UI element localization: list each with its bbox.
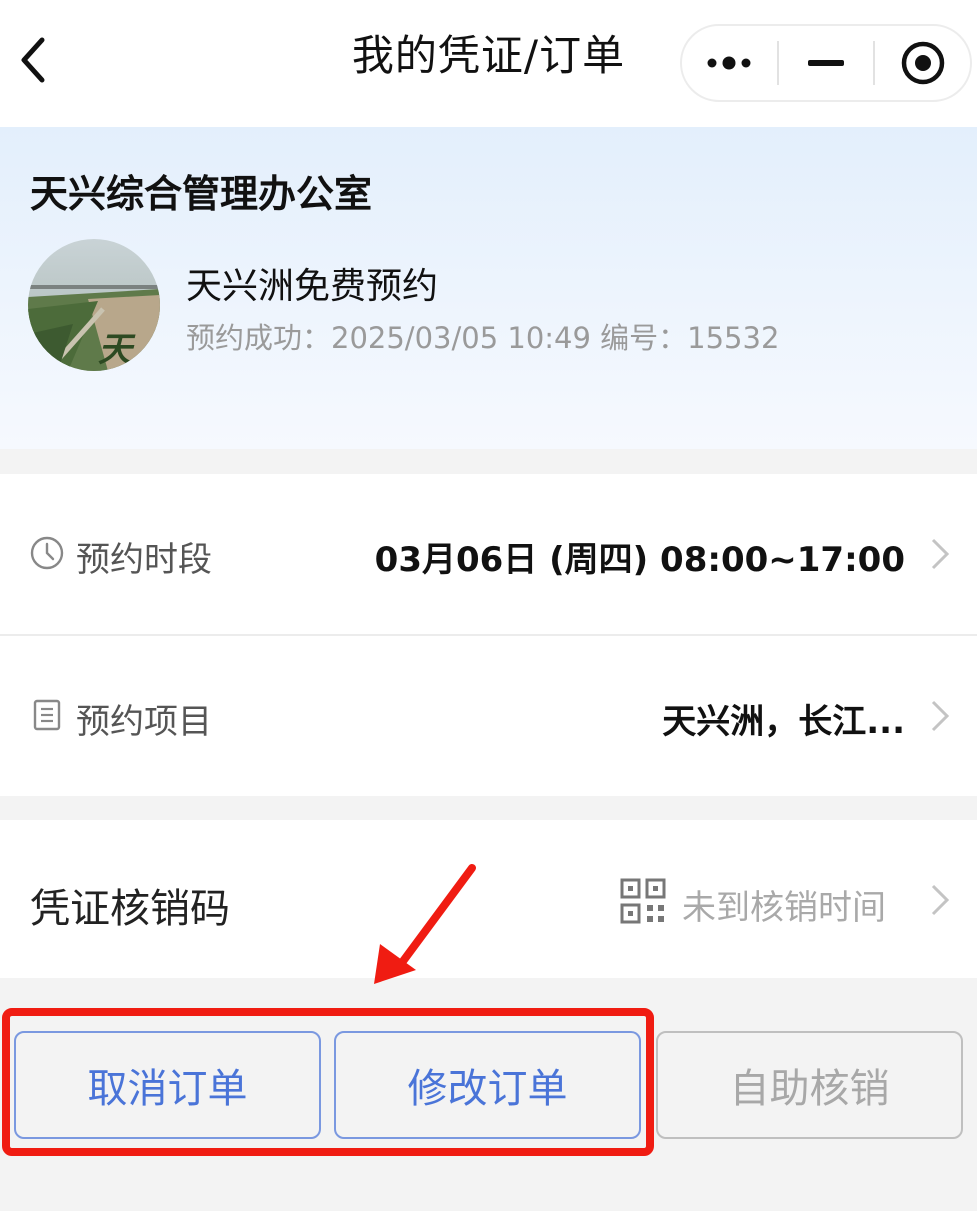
voucher-code-title: 凭证核销码: [30, 886, 230, 932]
svg-text:天: 天: [98, 330, 136, 370]
landscape-thumbnail: 天: [28, 239, 160, 371]
mini-program-capsule: [680, 24, 972, 102]
close-button[interactable]: [875, 26, 970, 100]
chevron-right-icon: [931, 538, 950, 570]
more-button[interactable]: [682, 26, 777, 100]
nav-bar: 我的凭证/订单: [0, 0, 977, 127]
order-header-card: 天兴综合管理办公室 天 天兴洲免费预约 预约成功：2025/03/05 10:4…: [0, 127, 977, 449]
annotation-highlight-box: [2, 1008, 654, 1156]
service-avatar: 天: [28, 239, 160, 371]
voucher-code-status: 未到核销时间: [682, 888, 886, 928]
reservation-item-value: 天兴洲，长江...: [662, 702, 905, 742]
chevron-right-icon: [931, 884, 950, 916]
reservation-item-label: 预约项目: [76, 702, 212, 742]
order-meta: 预约成功：2025/03/05 10:49 编号：15532: [186, 321, 780, 355]
time-slot-row[interactable]: 预约时段 03月06日 (周四) 08:00~17:00: [0, 474, 977, 634]
clock-icon: [30, 536, 64, 570]
service-name: 天兴洲免费预约: [186, 266, 439, 307]
target-icon: [901, 41, 944, 85]
list-icon: [33, 699, 61, 731]
org-name: 天兴综合管理办公室: [30, 172, 373, 216]
reservation-info: 预约时段 03月06日 (周四) 08:00~17:00 预约项目 天兴洲，长江…: [0, 474, 977, 796]
chevron-right-icon: [931, 700, 950, 732]
time-slot-label: 预约时段: [76, 540, 212, 580]
self-verify-button[interactable]: 自助核销: [656, 1031, 963, 1139]
minimize-button[interactable]: [779, 26, 874, 100]
qr-code-icon: [620, 878, 666, 924]
time-slot-value: 03月06日 (周四) 08:00~17:00: [374, 540, 905, 580]
annotation-arrow-icon: [374, 864, 476, 984]
more-dots-icon: [707, 56, 751, 70]
minimize-icon: [808, 60, 844, 66]
reservation-item-row[interactable]: 预约项目 天兴洲，长江...: [0, 636, 977, 796]
